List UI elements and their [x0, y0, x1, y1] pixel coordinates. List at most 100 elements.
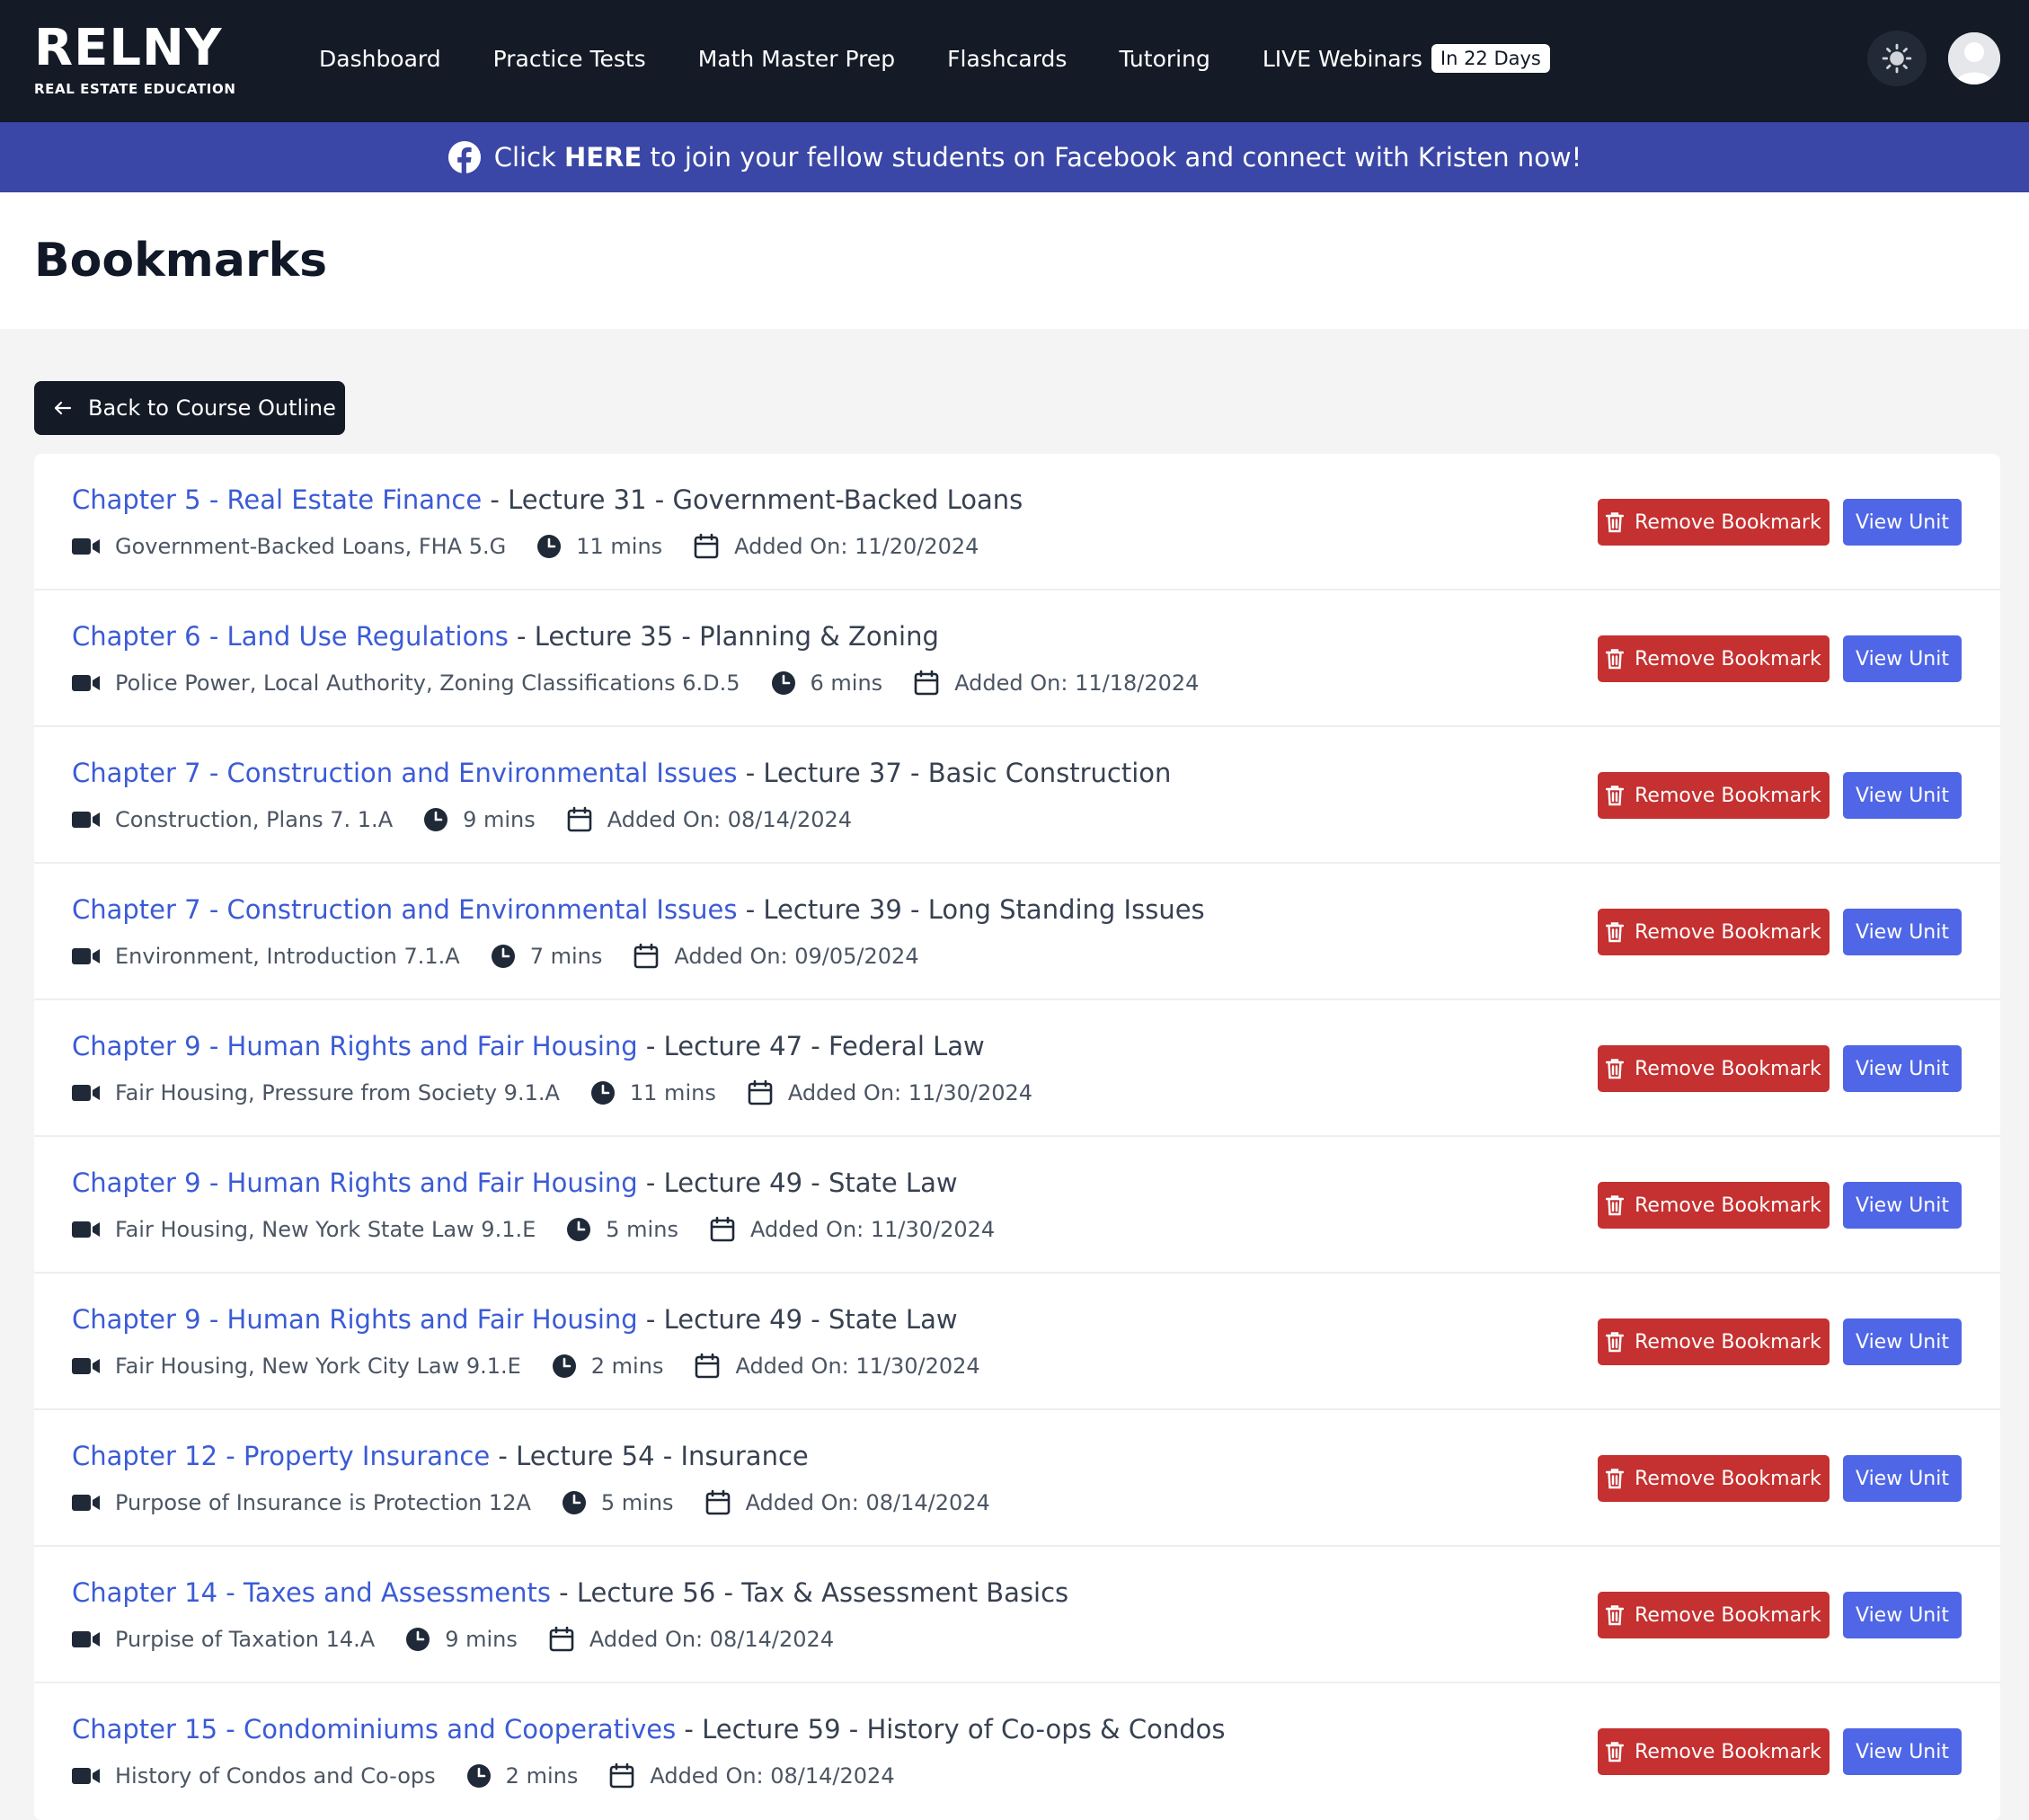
remove-bookmark-button[interactable]: Remove Bookmark — [1598, 909, 1830, 955]
remove-bookmark-button[interactable]: Remove Bookmark — [1598, 635, 1830, 682]
lecture-number: Lecture 49 — [663, 1167, 803, 1198]
remove-bookmark-button[interactable]: Remove Bookmark — [1598, 1592, 1830, 1638]
video-camera-icon — [72, 538, 100, 555]
relny-logo[interactable]: RELNY REAL ESTATE EDUCATION — [34, 23, 241, 98]
video-camera-icon — [72, 675, 100, 691]
bookmark-meta: Fair Housing, Pressure from Society 9.1.… — [72, 1079, 1063, 1106]
video-duration: 5 mins — [600, 1490, 674, 1515]
view-unit-button[interactable]: View Unit — [1843, 909, 1962, 955]
lecture-number: Lecture 35 — [534, 621, 674, 652]
remove-bookmark-label: Remove Bookmark — [1635, 1330, 1821, 1354]
video-info: Purpise of Taxation 14.A — [72, 1627, 375, 1652]
lecture-name: Basic Construction — [927, 758, 1172, 788]
lecture-number: Lecture 59 — [702, 1714, 841, 1745]
banner-here-link[interactable]: HERE — [564, 142, 642, 173]
webinar-countdown-badge: In 22 Days — [1431, 44, 1550, 73]
chapter-link[interactable]: Chapter 7 - Construction and Environment… — [72, 894, 738, 925]
remove-bookmark-button[interactable]: Remove Bookmark — [1598, 1045, 1830, 1092]
lecture-name: State Law — [828, 1167, 958, 1198]
duration-info: 11 mins — [590, 1080, 716, 1105]
view-unit-label: View Unit — [1856, 1194, 1949, 1217]
nav-live-webinars[interactable]: LIVE Webinars In 22 Days — [1263, 44, 1550, 73]
video-duration: 11 mins — [629, 1080, 716, 1105]
bookmark-meta: Fair Housing, New York City Law 9.1.E 2 … — [72, 1353, 1011, 1380]
view-unit-button[interactable]: View Unit — [1843, 772, 1962, 819]
remove-bookmark-button[interactable]: Remove Bookmark — [1598, 1182, 1830, 1229]
chapter-link[interactable]: Chapter 7 - Construction and Environment… — [72, 758, 738, 788]
view-unit-label: View Unit — [1856, 920, 1949, 944]
nav-flashcards[interactable]: Flashcards — [947, 46, 1067, 72]
chapter-link[interactable]: Chapter 6 - Land Use Regulations — [72, 621, 509, 652]
chapter-link[interactable]: Chapter 14 - Taxes and Assessments — [72, 1577, 551, 1608]
clock-icon — [424, 808, 448, 831]
video-title: Construction, Plans 7. 1.A — [115, 807, 394, 832]
calendar-icon — [914, 670, 939, 696]
nav-practice-tests[interactable]: Practice Tests — [493, 46, 646, 72]
remove-bookmark-button[interactable]: Remove Bookmark — [1598, 1318, 1830, 1365]
user-avatar[interactable] — [1948, 32, 2000, 84]
chapter-link[interactable]: Chapter 9 - Human Rights and Fair Housin… — [72, 1304, 638, 1335]
view-unit-label: View Unit — [1856, 1467, 1949, 1490]
view-unit-button[interactable]: View Unit — [1843, 499, 1962, 546]
added-date-info: Added On: 08/14/2024 — [548, 1626, 834, 1653]
view-unit-button[interactable]: View Unit — [1843, 1592, 1962, 1638]
remove-bookmark-button[interactable]: Remove Bookmark — [1598, 1455, 1830, 1502]
back-button-label: Back to Course Outline — [88, 395, 336, 421]
nav-tutoring[interactable]: Tutoring — [1119, 46, 1209, 72]
added-date-info: Added On: 09/05/2024 — [633, 943, 919, 970]
view-unit-button[interactable]: View Unit — [1843, 1318, 1962, 1365]
calendar-icon — [567, 806, 592, 832]
remove-bookmark-label: Remove Bookmark — [1635, 1467, 1821, 1490]
chapter-link[interactable]: Chapter 9 - Human Rights and Fair Housin… — [72, 1031, 638, 1061]
chapter-number: Chapter 12 — [72, 1441, 218, 1471]
chapter-link[interactable]: Chapter 12 - Property Insurance — [72, 1441, 490, 1471]
chapter-number: Chapter 5 — [72, 484, 201, 515]
remove-bookmark-label: Remove Bookmark — [1635, 1603, 1821, 1627]
lecture-number: Lecture 49 — [663, 1304, 803, 1335]
remove-bookmark-button[interactable]: Remove Bookmark — [1598, 499, 1830, 546]
added-date: Added On: 08/14/2024 — [745, 1490, 990, 1515]
added-date: Added On: 11/30/2024 — [749, 1217, 996, 1242]
lecture-number: Lecture 56 — [576, 1577, 716, 1608]
bookmark-meta: Purpose of Insurance is Protection 12A 5… — [72, 1489, 1021, 1516]
chapter-name: Human Rights and Fair Housing — [226, 1304, 638, 1335]
video-duration: 2 mins — [505, 1763, 579, 1789]
view-unit-button[interactable]: View Unit — [1843, 635, 1962, 682]
video-duration: 5 mins — [606, 1217, 678, 1242]
nav-math-master-prep[interactable]: Math Master Prep — [698, 46, 895, 72]
chapter-name: Condominiums and Cooperatives — [243, 1714, 677, 1745]
duration-info: 7 mins — [491, 944, 602, 969]
chapter-number: Chapter 9 — [72, 1167, 201, 1198]
chapter-link[interactable]: Chapter 5 - Real Estate Finance — [72, 484, 482, 515]
bookmark-row: Chapter 9 - Human Rights and Fair Housin… — [34, 1137, 2000, 1274]
video-duration: 9 mins — [463, 807, 536, 832]
added-date-info: Added On: 11/20/2024 — [693, 533, 979, 560]
trash-icon — [1606, 649, 1625, 670]
nav-dashboard[interactable]: Dashboard — [319, 46, 441, 72]
view-unit-label: View Unit — [1856, 1740, 1949, 1763]
remove-bookmark-button[interactable]: Remove Bookmark — [1598, 1728, 1830, 1775]
video-title: History of Condos and Co-ops — [115, 1763, 436, 1789]
back-to-course-outline-button[interactable]: Back to Course Outline — [34, 381, 345, 435]
chapter-link[interactable]: Chapter 9 - Human Rights and Fair Housin… — [72, 1167, 638, 1198]
remove-bookmark-button[interactable]: Remove Bookmark — [1598, 772, 1830, 819]
video-duration: 2 mins — [590, 1354, 664, 1379]
duration-info: 11 mins — [536, 534, 662, 559]
clock-icon — [537, 535, 562, 558]
remove-bookmark-label: Remove Bookmark — [1635, 510, 1821, 534]
view-unit-label: View Unit — [1856, 1057, 1949, 1080]
video-duration: 9 mins — [445, 1627, 518, 1652]
video-title: Fair Housing, New York State Law 9.1.E — [115, 1217, 536, 1242]
calendar-icon — [748, 1079, 773, 1105]
view-unit-button[interactable]: View Unit — [1843, 1728, 1962, 1775]
bookmark-row: Chapter 9 - Human Rights and Fair Housin… — [34, 1000, 2000, 1137]
view-unit-button[interactable]: View Unit — [1843, 1045, 1962, 1092]
view-unit-label: View Unit — [1856, 647, 1949, 670]
view-unit-button[interactable]: View Unit — [1843, 1182, 1962, 1229]
added-date: Added On: 08/14/2024 — [650, 1763, 895, 1789]
facebook-banner[interactable]: Click HERE to join your fellow students … — [0, 122, 2029, 192]
chapter-link[interactable]: Chapter 15 - Condominiums and Cooperativ… — [72, 1714, 676, 1745]
theme-toggle-button[interactable] — [1867, 31, 1927, 86]
video-title: Environment, Introduction 7.1.A — [115, 944, 460, 969]
view-unit-button[interactable]: View Unit — [1843, 1455, 1962, 1502]
